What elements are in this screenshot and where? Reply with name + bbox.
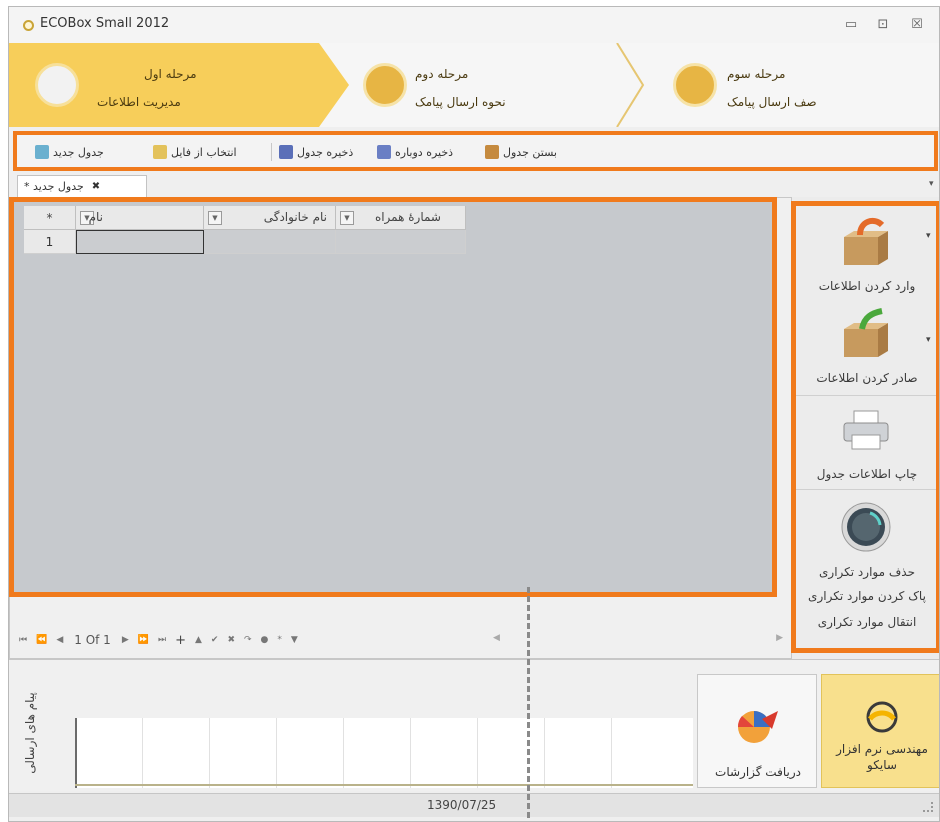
dashed-guide-line (527, 587, 530, 821)
title-bar: ECOBox Small 2012 ▭ ⊡ ☒ (9, 7, 939, 43)
wizard-step-3[interactable]: مرحله سوم صف ارسال پیامک (659, 43, 939, 127)
tab-new-table[interactable]: ✖ جدول جدید * (17, 175, 147, 197)
bottom-dashboard: پیام های ارسالی دریافت گزارشات مهندسی نر… (9, 659, 939, 791)
chart-gridline (611, 718, 612, 788)
close-button[interactable]: ☒ (907, 15, 927, 35)
reports-tile[interactable]: دریافت گزارشات (697, 674, 817, 788)
chart-gridline (276, 718, 277, 788)
new-table-icon (35, 145, 49, 159)
close-table-label: بستن جدول (503, 145, 557, 159)
maximize-button[interactable]: ⊡ (873, 15, 893, 35)
grid-header-mobile-label: شمارهٔ همراه (374, 210, 441, 224)
save-table-button[interactable]: ذخیره جدول (279, 143, 353, 161)
prev-page-button[interactable]: ⏪ (34, 635, 49, 645)
company-tile[interactable]: مهندسی نرم افزار سایکو (821, 674, 939, 788)
reports-chart-icon (737, 711, 778, 743)
window-title: ECOBox Small 2012 (40, 16, 170, 31)
cancel-record-button[interactable]: ✖ (225, 635, 237, 645)
chart-gridline (544, 718, 545, 788)
grid-header-mobile[interactable]: ▼ شمارهٔ همراه (336, 206, 466, 230)
refresh-button[interactable]: ↷ (242, 635, 254, 645)
save-again-button[interactable]: ذخیره دوباره (377, 143, 453, 161)
app-logo-icon (23, 20, 34, 31)
horizontal-scrollbar[interactable]: ◀ ▶ (493, 633, 783, 645)
step-2-circle-icon (363, 63, 407, 107)
status-date: 1390/07/25 (427, 798, 497, 812)
tab-label: جدول جدید * (24, 180, 84, 193)
prev-record-button[interactable]: ◀ (54, 635, 65, 645)
grid-cell-first-name[interactable] (76, 230, 204, 254)
first-page-button[interactable]: ⏮ (17, 635, 29, 645)
tab-close-icon[interactable]: ✖ (92, 181, 100, 192)
document-tab-strip: ✖ جدول جدید * ▾ (9, 175, 939, 197)
sent-messages-chart (75, 718, 693, 788)
select-from-file-label: انتخاب از فایل (171, 145, 237, 159)
new-table-button[interactable]: جدول جدید (35, 143, 104, 161)
next-record-button[interactable]: ▶ (120, 635, 131, 645)
last-page-button[interactable]: ⏭ (156, 635, 168, 645)
step-3-title: مرحله سوم (727, 67, 786, 81)
step-1-subtitle: مدیریت اطلاعات (97, 95, 181, 109)
data-grid[interactable]: * ▼ نام ▼ نام خانوادگی ▼ شمارهٔ همراه 1 (9, 197, 777, 597)
floppy-disk-icon (279, 145, 293, 159)
tab-list-dropdown-icon[interactable]: ▾ (929, 179, 934, 189)
chart-gridline (209, 718, 210, 788)
save-again-label: ذخیره دوباره (395, 145, 454, 159)
append-record-button[interactable]: + (173, 633, 188, 648)
filter-dropdown-icon[interactable]: ▼ (340, 211, 354, 225)
grid-cell-last-name[interactable] (204, 230, 336, 254)
main-toolbar: بستن جدول ذخیره دوباره ذخیره جدول انتخاب… (13, 131, 938, 171)
filter-button[interactable]: ▼ (289, 635, 300, 645)
save-table-label: ذخیره جدول (297, 145, 354, 159)
record-navigator: ⏮ ⏪ ◀ 1 Of 1 ▶ ⏩ ⏭ + ▲ ✔ ✖ ↷ ● * ▼ ◀ ▶ (17, 627, 787, 653)
new-table-label: جدول جدید (53, 145, 104, 159)
wizard-step-2[interactable]: مرحله دوم نحوه ارسال پیامک (349, 43, 619, 127)
company-label: مهندسی نرم افزار سایکو (836, 742, 928, 772)
close-table-button[interactable]: بستن جدول (485, 143, 557, 161)
chart-y-axis (75, 718, 77, 788)
step-1-circle-icon (35, 63, 79, 107)
reports-label: دریافت گزارشات (715, 765, 801, 779)
status-bar: 1390/07/25 (9, 793, 939, 817)
grid-header-last-name[interactable]: ▼ نام خانوادگی (204, 206, 336, 230)
app-window: ECOBox Small 2012 ▭ ⊡ ☒ مرحله اول مدیریت… (8, 6, 940, 822)
save-again-icon (377, 145, 391, 159)
minimize-button[interactable]: ▭ (841, 15, 861, 35)
grid-table: * ▼ نام ▼ نام خانوادگی ▼ شمارهٔ همراه 1 (24, 206, 484, 256)
filter-dropdown-icon[interactable]: ▼ (208, 211, 222, 225)
chart-gridline (142, 718, 143, 788)
grid-header-last-name-label: نام خانوادگی (263, 210, 327, 224)
step-3-subtitle: صف ارسال پیامک (727, 95, 817, 109)
step-1-title: مرحله اول (144, 67, 197, 81)
resize-grip-icon[interactable] (923, 802, 933, 812)
chart-gridline (410, 718, 411, 788)
wizard-step-1[interactable]: مرحله اول مدیریت اطلاعات (9, 43, 349, 127)
company-logo-icon (866, 701, 898, 733)
chart-gridline (477, 718, 478, 788)
chart-gridline (343, 718, 344, 788)
door-icon (485, 145, 499, 159)
move-up-button[interactable]: ▲ (193, 635, 204, 645)
wizard-steps: مرحله اول مدیریت اطلاعات مرحله دوم نحوه … (9, 43, 939, 127)
chart-title-container: پیام های ارسالی (17, 692, 41, 784)
actions-panel-highlight (791, 201, 939, 653)
select-from-file-button[interactable]: انتخاب از فایل (153, 143, 237, 161)
step-3-circle-icon (673, 63, 717, 107)
step-2-title: مرحله دوم (415, 67, 469, 81)
chart-title: پیام های ارسالی (23, 692, 37, 774)
grid-header-first-name[interactable]: ▼ نام (76, 206, 204, 230)
apply-button[interactable]: ✔ (209, 635, 221, 645)
goto-bookmark-button[interactable]: * (275, 635, 284, 645)
bookmark-button[interactable]: ● (259, 635, 271, 645)
chart-x-axis (75, 784, 693, 786)
grid-header-first-name-label: نام (88, 210, 103, 224)
open-file-icon (153, 145, 167, 159)
step-2-subtitle: نحوه ارسال پیامک (415, 95, 506, 109)
page-indicator: 1 Of 1 (74, 633, 111, 647)
grid-header-indicator: * (24, 206, 76, 230)
next-page-button[interactable]: ⏩ (136, 635, 151, 645)
grid-row-number: 1 (24, 230, 76, 254)
toolbar-separator (271, 143, 272, 161)
grid-cell-mobile[interactable] (336, 230, 466, 254)
